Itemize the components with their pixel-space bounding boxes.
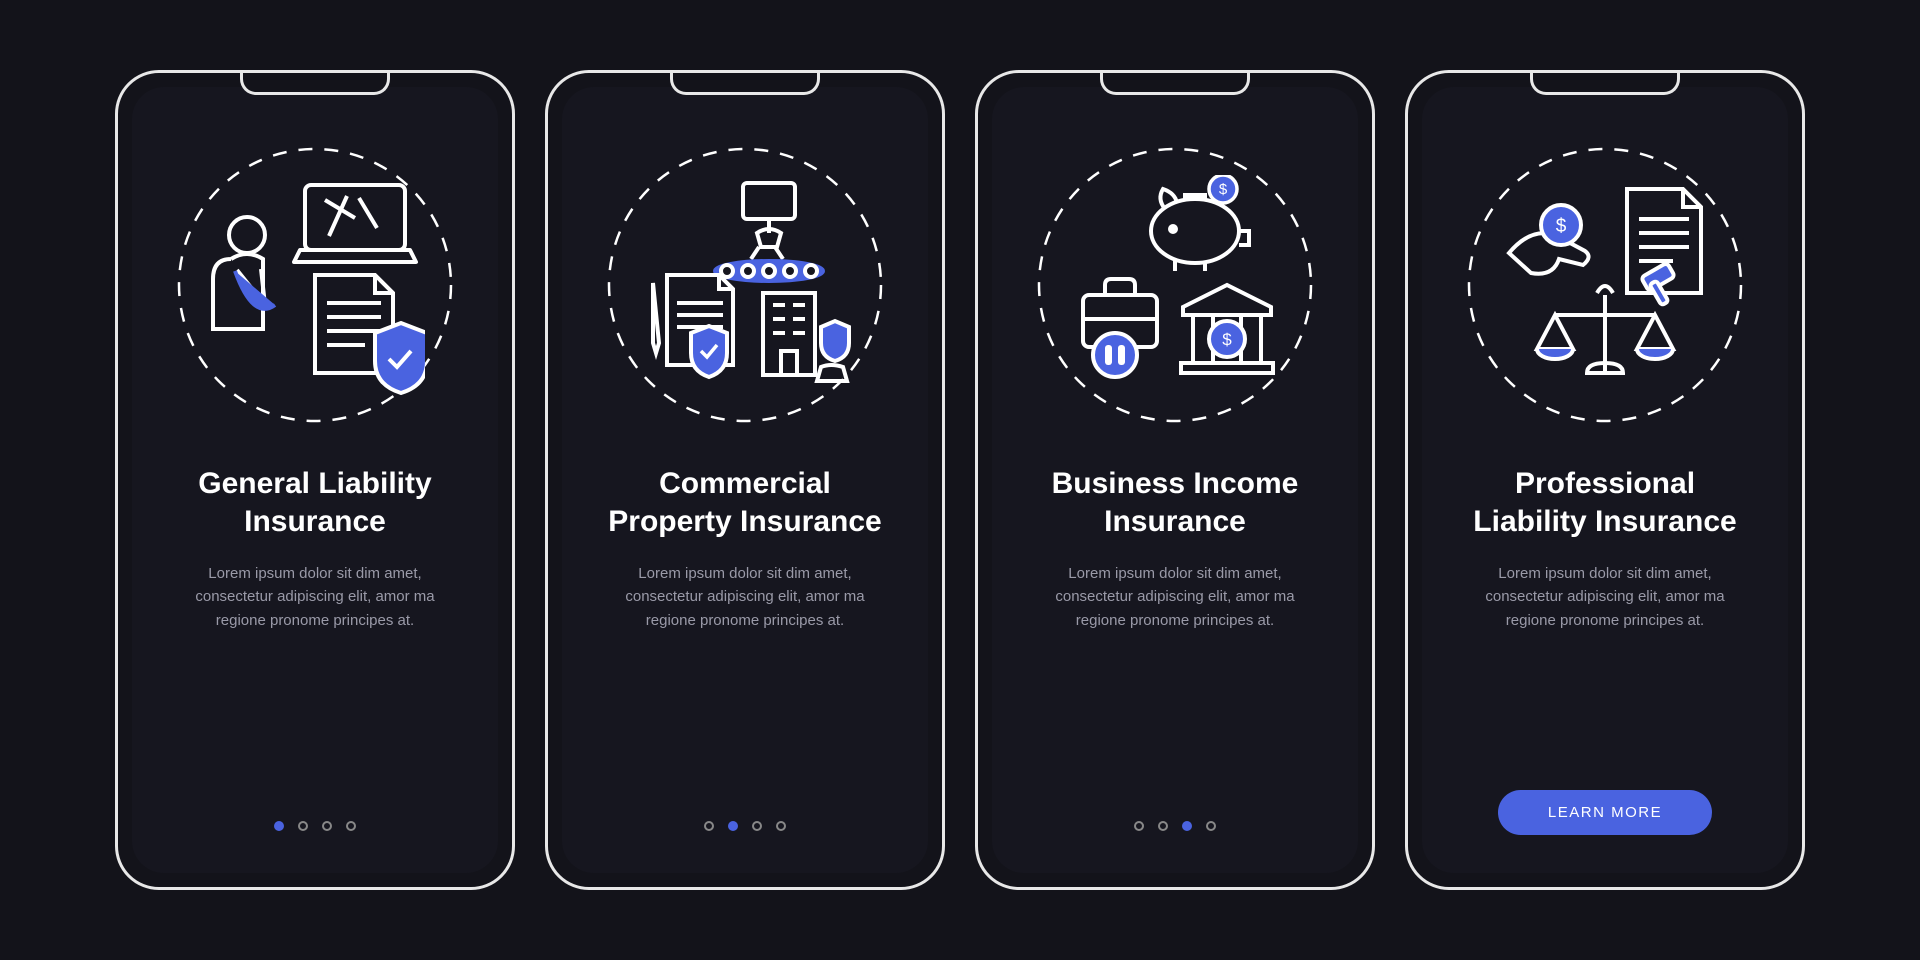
general-liability-icon xyxy=(175,145,455,425)
learn-more-button[interactable]: LEARN MORE xyxy=(1498,790,1712,835)
pagination-dots xyxy=(1134,821,1216,831)
dot-2[interactable] xyxy=(1158,821,1168,831)
screen-title: General Liability Insurance xyxy=(160,465,470,540)
phone-frame-1: General Liability Insurance Lorem ipsum … xyxy=(115,70,515,890)
dot-3[interactable] xyxy=(1182,821,1192,831)
phone-frame-2: Commercial Property Insurance Lorem ipsu… xyxy=(545,70,945,890)
onboarding-screen-3: $ xyxy=(992,87,1358,873)
phone-notch xyxy=(1530,73,1680,95)
svg-text:$: $ xyxy=(1222,330,1232,349)
dot-2[interactable] xyxy=(298,821,308,831)
phone-frame-3: $ xyxy=(975,70,1375,890)
screen-description: Lorem ipsum dolor sit dim amet, consecte… xyxy=(1450,562,1760,632)
phone-frame-4: $ Professional Liability Insurance xyxy=(1405,70,1805,890)
commercial-property-icon xyxy=(605,145,885,425)
screen-title: Business Income Insurance xyxy=(1020,465,1330,540)
svg-text:$: $ xyxy=(1556,216,1567,237)
onboarding-screen-1: General Liability Insurance Lorem ipsum … xyxy=(132,87,498,873)
phone-notch xyxy=(240,73,390,95)
dot-4[interactable] xyxy=(346,821,356,831)
dot-1[interactable] xyxy=(274,821,284,831)
onboarding-screen-2: Commercial Property Insurance Lorem ipsu… xyxy=(562,87,928,873)
svg-text:$: $ xyxy=(1219,181,1228,198)
dot-1[interactable] xyxy=(1134,821,1144,831)
onboarding-screen-4: $ Professional Liability Insurance xyxy=(1422,87,1788,873)
dot-1[interactable] xyxy=(704,821,714,831)
pagination-dots xyxy=(704,821,786,831)
dot-4[interactable] xyxy=(1206,821,1216,831)
phone-notch xyxy=(1100,73,1250,95)
dot-4[interactable] xyxy=(776,821,786,831)
dot-2[interactable] xyxy=(728,821,738,831)
screen-title: Commercial Property Insurance xyxy=(590,465,900,540)
dot-3[interactable] xyxy=(322,821,332,831)
business-income-icon: $ xyxy=(1035,145,1315,425)
screen-description: Lorem ipsum dolor sit dim amet, consecte… xyxy=(1020,562,1330,632)
screen-description: Lorem ipsum dolor sit dim amet, consecte… xyxy=(590,562,900,632)
screen-title: Professional Liability Insurance xyxy=(1450,465,1760,540)
professional-liability-icon: $ xyxy=(1465,145,1745,425)
pagination-dots xyxy=(274,821,356,831)
screen-description: Lorem ipsum dolor sit dim amet, consecte… xyxy=(160,562,470,632)
dot-3[interactable] xyxy=(752,821,762,831)
phone-notch xyxy=(670,73,820,95)
